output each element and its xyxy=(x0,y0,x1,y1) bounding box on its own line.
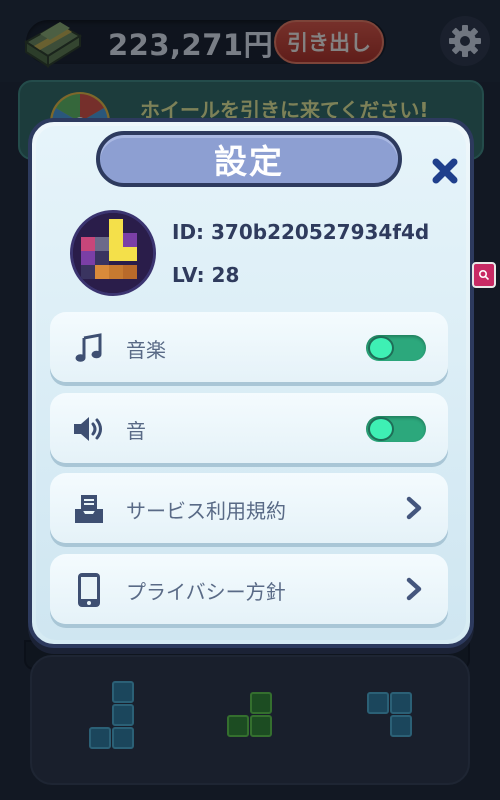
setting-label-music: 音楽 xyxy=(126,338,166,362)
music-note-icon xyxy=(72,331,106,365)
toggle-knob xyxy=(368,336,394,360)
player-avatar xyxy=(70,210,156,296)
player-id: ID: 370b220527934f4d xyxy=(172,220,430,244)
player-level: LV: 28 xyxy=(172,263,240,287)
dialog-title: 設定 xyxy=(214,142,284,181)
setting-label-terms: サービス利用規約 xyxy=(126,499,286,523)
sound-toggle[interactable] xyxy=(366,416,426,442)
speaker-icon xyxy=(72,412,106,446)
setting-row-terms[interactable]: サービス利用規約 xyxy=(50,473,448,543)
dialog-title-plate: 設定 xyxy=(96,131,402,187)
setting-label-sound: 音 xyxy=(126,419,146,443)
setting-row-music[interactable]: 音楽 xyxy=(50,312,448,382)
close-icon xyxy=(432,158,458,184)
floating-side-button[interactable] xyxy=(472,262,496,288)
magnifier-icon xyxy=(478,269,490,281)
close-button[interactable] xyxy=(426,152,464,190)
chevron-right-icon xyxy=(404,496,424,520)
setting-label-privacy: プライバシー方針 xyxy=(126,580,286,604)
toggle-knob xyxy=(368,417,394,441)
music-toggle[interactable] xyxy=(366,335,426,361)
setting-row-privacy[interactable]: プライバシー方針 xyxy=(50,554,448,624)
setting-row-sound[interactable]: 音 xyxy=(50,393,448,463)
smartphone-icon xyxy=(72,573,106,607)
chevron-right-icon xyxy=(404,577,424,601)
inbox-document-icon xyxy=(72,492,106,526)
